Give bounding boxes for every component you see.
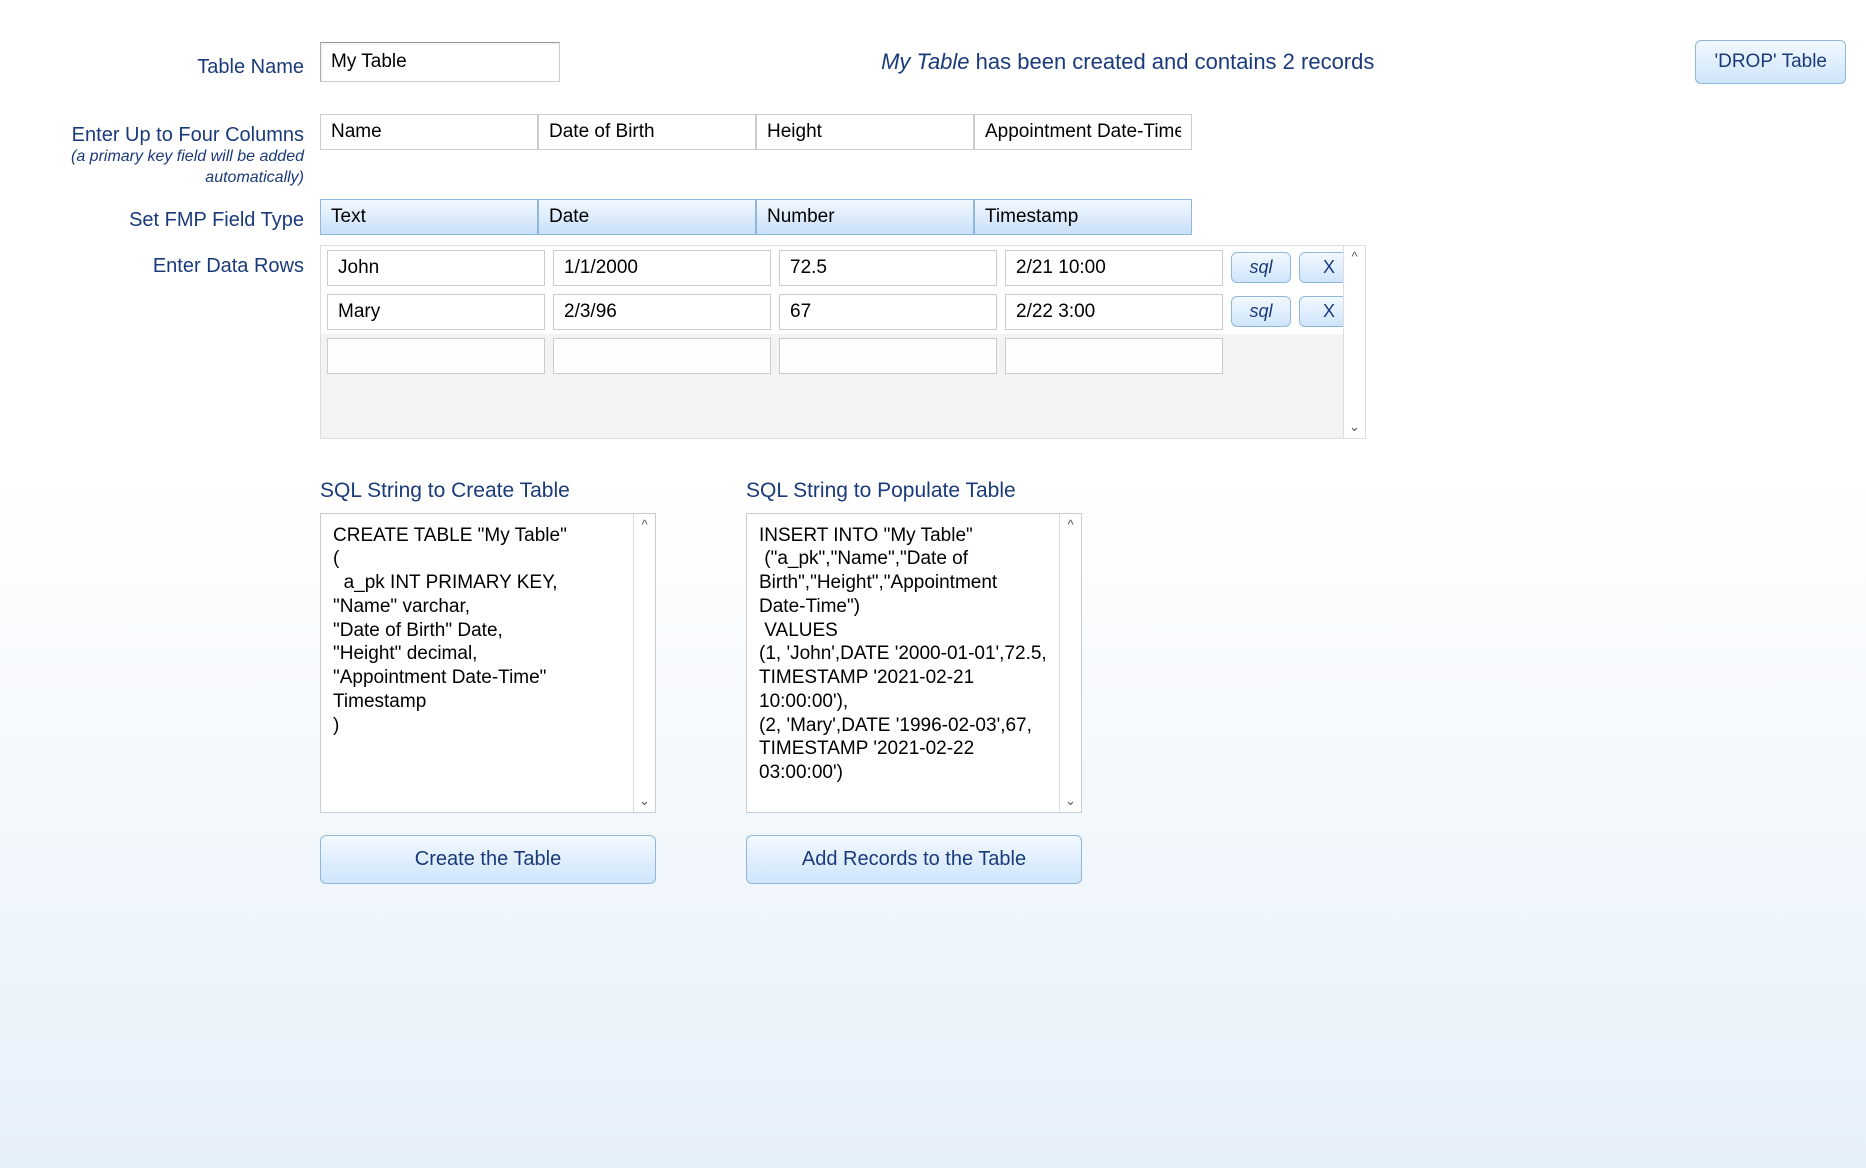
field-type-2[interactable]: Number [756,199,974,235]
scroll-up-icon[interactable]: ^ [1067,514,1073,535]
field-type-3[interactable]: Timestamp [974,199,1192,235]
cell-r1-c0[interactable] [327,294,545,330]
table-name-input[interactable] [320,42,560,82]
label-table-name: Table Name [20,46,320,79]
column-names-grid [320,114,1192,150]
data-rows-scrollbar[interactable]: ^ ⌄ [1343,246,1365,438]
status-table-name: My Table [881,49,969,74]
scroll-up-icon[interactable]: ^ [641,514,647,535]
cell-r1-c1[interactable] [553,294,771,330]
scroll-down-icon[interactable]: ⌄ [639,790,650,812]
sql-populate-textarea[interactable]: INSERT INTO "My Table" ("a_pk","Name","D… [747,514,1059,812]
cell-r0-c1[interactable] [553,250,771,286]
label-data-rows: Enter Data Rows [20,245,320,278]
cell-r2-c3[interactable] [1005,338,1223,374]
row-sql-button[interactable]: sql [1231,252,1291,283]
cell-r0-c0[interactable] [327,250,545,286]
add-records-button[interactable]: Add Records to the Table [746,835,1082,884]
cell-r1-c2[interactable] [779,294,997,330]
field-type-grid: Text Date Number Timestamp [320,199,1192,235]
cell-r1-c3[interactable] [1005,294,1223,330]
scroll-down-icon[interactable]: ⌄ [1349,416,1360,438]
data-rows-area: sql X sql X [320,245,1366,439]
scroll-down-icon[interactable]: ⌄ [1065,790,1076,812]
field-type-1[interactable]: Date [538,199,756,235]
sql-populate-block: SQL String to Populate Table INSERT INTO… [746,479,1082,884]
drop-table-button[interactable]: 'DROP' Table [1695,40,1846,84]
sql-create-textarea[interactable]: CREATE TABLE "My Table" ( a_pk INT PRIMA… [321,514,633,812]
data-row: sql X [321,246,1365,290]
data-row: sql X [321,290,1365,334]
label-enter-columns-sub: (a primary key field will be added autom… [20,147,304,189]
column-name-2[interactable] [756,114,974,150]
column-name-3[interactable] [974,114,1192,150]
label-enter-columns-main: Enter Up to Four Columns [72,124,304,146]
cell-r0-c2[interactable] [779,250,997,286]
label-enter-columns: Enter Up to Four Columns (a primary key … [20,114,320,189]
scroll-up-icon[interactable]: ^ [1351,246,1357,267]
label-field-type: Set FMP Field Type [20,199,320,232]
cell-r2-c0[interactable] [327,338,545,374]
cell-r2-c2[interactable] [779,338,997,374]
field-type-0[interactable]: Text [320,199,538,235]
cell-r2-c1[interactable] [553,338,771,374]
status-rest: has been created and contains 2 records [970,49,1375,74]
sql-create-scrollbar[interactable]: ^ ⌄ [633,514,655,812]
sql-create-title: SQL String to Create Table [320,479,656,503]
column-name-0[interactable] [320,114,538,150]
sql-populate-title: SQL String to Populate Table [746,479,1082,503]
create-table-button[interactable]: Create the Table [320,835,656,884]
cell-r0-c3[interactable] [1005,250,1223,286]
status-message: My Table has been created and contains 2… [570,49,1685,75]
sql-create-block: SQL String to Create Table CREATE TABLE … [320,479,656,884]
row-sql-button[interactable]: sql [1231,296,1291,327]
sql-populate-scrollbar[interactable]: ^ ⌄ [1059,514,1081,812]
data-row-empty [321,334,1365,378]
column-name-1[interactable] [538,114,756,150]
data-rows-blank-area [321,378,1365,438]
